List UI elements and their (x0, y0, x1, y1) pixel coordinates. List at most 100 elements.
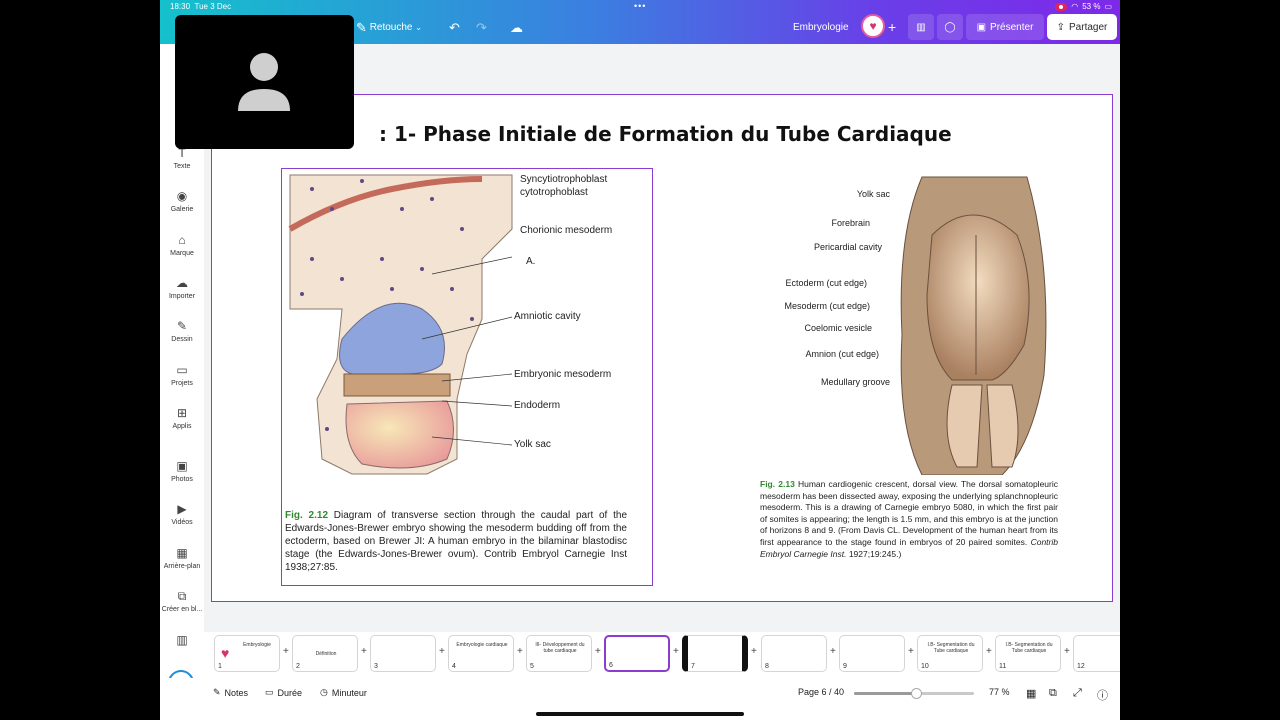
doc-title[interactable]: Embryologie (793, 19, 849, 35)
pages-view-button[interactable]: ⧉ (1049, 687, 1057, 700)
sidebar-item-videos[interactable]: ▶ Vidéos (160, 501, 204, 526)
timer-button[interactable]: ◷ Minuteur (320, 687, 367, 698)
thumbnail-3[interactable]: 3 (370, 635, 436, 672)
label-a: A. (526, 256, 536, 267)
thumbnail-11[interactable]: I.B- Segmentation du Tube cardiaque 11 (995, 635, 1061, 672)
sidebar-item-photos[interactable]: ▣ Photos (160, 458, 204, 483)
photo-icon: ▣ (176, 459, 188, 473)
sidebar-item-creer[interactable]: ⧉ Créer en bl... (160, 588, 204, 613)
chevron-down-icon: ⌄ (415, 22, 422, 32)
more-dots-icon[interactable]: ••• (634, 1, 646, 11)
thumbnail-9[interactable]: 9 (839, 635, 905, 672)
label-medullary-groove: Medullary groove (820, 377, 890, 387)
notes-button[interactable]: ✎ Notes (213, 687, 248, 698)
page-thumbnails: ♥ Embryologie 1 + Définition 2 + 3 + Embryo… (204, 632, 1120, 678)
sidebar-item-importer[interactable]: ☁ Importer (160, 275, 204, 300)
retouche-button[interactable]: ✎ Retouche ⌄ (356, 19, 422, 35)
zoom-slider-knob[interactable] (911, 688, 923, 699)
chart-icon: ▥ (176, 633, 188, 647)
figure-2-13-caption: Fig. 2.13 Human cardiogenic crescent, do… (760, 479, 1058, 559)
upload-cloud-icon: ☁ (176, 276, 188, 290)
sidebar-item-projets[interactable]: ▭ Projets (160, 362, 204, 387)
sidebar-item-dessin[interactable]: ✎ Dessin (160, 318, 204, 343)
share-icon: ⇪ (1056, 21, 1066, 33)
label-yolk-sac: Yolk sac (514, 439, 551, 450)
present-icon: ▣ (976, 21, 987, 33)
add-page-icon[interactable]: + (283, 646, 289, 657)
label-ectoderm-cut-edge: Ectoderm (cut edge) (785, 278, 867, 288)
recording-icon (1055, 2, 1068, 11)
label-coelomic-vesicle: Coelomic vesicle (804, 323, 872, 333)
label-forebrain: Forebrain (831, 218, 870, 228)
present-button[interactable]: ▣ Présenter (966, 14, 1044, 40)
add-page-icon[interactable]: + (673, 646, 679, 657)
label-cytotrophoblast: cytotrophoblast (520, 187, 588, 198)
slide-title[interactable]: : 1- Phase Initiale de Formation du Tube… (379, 122, 952, 146)
fullscreen-button[interactable]: ⤢ (1073, 687, 1082, 700)
add-page-icon[interactable]: + (517, 646, 523, 657)
add-page-icon[interactable]: + (1064, 646, 1070, 657)
label-right-yolk-sac: Yolk sac (856, 189, 890, 199)
redo-icon: ↷ (476, 19, 487, 35)
draw-icon: ✎ (176, 319, 188, 333)
camera-icon: ◉ (176, 189, 188, 203)
thumbnail-12[interactable]: 12 (1073, 635, 1120, 672)
home-indicator[interactable] (536, 712, 744, 716)
cloud-check-icon: ☁ (510, 19, 523, 35)
figure-2-13[interactable]: Yolk sac Forebrain Pericardial cavity Ec… (762, 175, 1062, 475)
notes-icon: ✎ (213, 687, 221, 697)
heart-icon: ♥ (869, 19, 877, 33)
app-screen: 18:30 Tue 3 Dec ••• ◠ 53 % ▭ ✎ Retouche … (160, 0, 1120, 720)
thumbnail-10[interactable]: I.B- Segmentation du Tube cardiaque 10 (917, 635, 983, 672)
share-button[interactable]: ⇪ Partager (1047, 14, 1117, 40)
add-collaborator-button[interactable]: + (888, 19, 896, 35)
slide[interactable]: : 1- Phase Initiale de Formation du Tube… (211, 94, 1113, 602)
sidebar-item-charts[interactable]: ▥ (160, 632, 204, 648)
thumbnail-6[interactable]: 6 (604, 635, 670, 672)
pages-icon: ⧉ (1049, 687, 1057, 699)
zoom-slider[interactable] (854, 688, 974, 699)
bar-chart-icon: ▥ (916, 21, 926, 33)
sidebar-item-marque[interactable]: ⌂ Marque (160, 232, 204, 257)
thumbnail-2[interactable]: Définition 2 (292, 635, 358, 672)
add-page-icon[interactable]: + (439, 646, 445, 657)
battery-label: 53 % (1082, 2, 1101, 11)
undo-button[interactable]: ↶ (449, 19, 460, 35)
figure-2-12-caption: Fig. 2.12 Diagram of transverse section … (285, 510, 628, 573)
zoom-slider-fill (854, 692, 917, 695)
thumbnail-8[interactable]: 8 (761, 635, 827, 672)
add-page-icon[interactable]: + (908, 646, 914, 657)
add-page-icon[interactable]: + (751, 646, 757, 657)
sidebar-item-arriere-plan[interactable]: ▦ Arrière-plan (160, 545, 204, 570)
cloud-save-button[interactable]: ☁ (510, 19, 523, 35)
pencil-icon: ✎ (356, 19, 367, 35)
add-page-icon[interactable]: + (595, 646, 601, 657)
sidebar-item-applis[interactable]: ⊞ Applis (160, 405, 204, 430)
video-call-tile[interactable] (175, 15, 354, 149)
label-pericardial-cavity: Pericardial cavity (813, 242, 882, 252)
user-avatar[interactable]: ♥ (861, 14, 885, 38)
duration-icon: ▭ (265, 687, 274, 697)
add-page-icon[interactable]: + (830, 646, 836, 657)
label-amniotic-cavity: Amniotic cavity (514, 311, 581, 322)
sidebar-item-galerie[interactable]: ◉ Galerie (160, 188, 204, 213)
grid-view-button[interactable]: ▦ (1026, 687, 1036, 700)
heart-logo-icon: ♥ (221, 645, 230, 661)
comments-button[interactable]: ◯ (937, 14, 963, 40)
thumbnail-7[interactable]: 7 (682, 635, 748, 672)
figure-2-12[interactable]: Syncytiotrophoblast cytotrophoblast Chor… (281, 168, 653, 586)
thumbnail-4[interactable]: Embryologie cardiaque 4 (448, 635, 514, 672)
thumbnail-1[interactable]: ♥ Embryologie 1 (214, 635, 280, 672)
video-icon: ▶ (177, 502, 187, 516)
redo-button[interactable]: ↷ (476, 19, 487, 35)
thumbnail-5[interactable]: III- Développement du tube cardiaque 5 (526, 635, 592, 672)
page-indicator[interactable]: Page 6 / 40 (798, 687, 844, 697)
help-button[interactable]: ⓘ (1097, 687, 1108, 703)
add-page-icon[interactable]: + (986, 646, 992, 657)
zoom-level[interactable]: 77 % (989, 687, 1010, 697)
status-indicators: ◠ 53 % ▭ (1055, 2, 1112, 11)
analytics-button[interactable]: ▥ (908, 14, 934, 40)
add-page-icon[interactable]: + (361, 646, 367, 657)
label-endoderm: Endoderm (514, 400, 561, 411)
duration-button[interactable]: ▭ Durée (265, 687, 302, 698)
